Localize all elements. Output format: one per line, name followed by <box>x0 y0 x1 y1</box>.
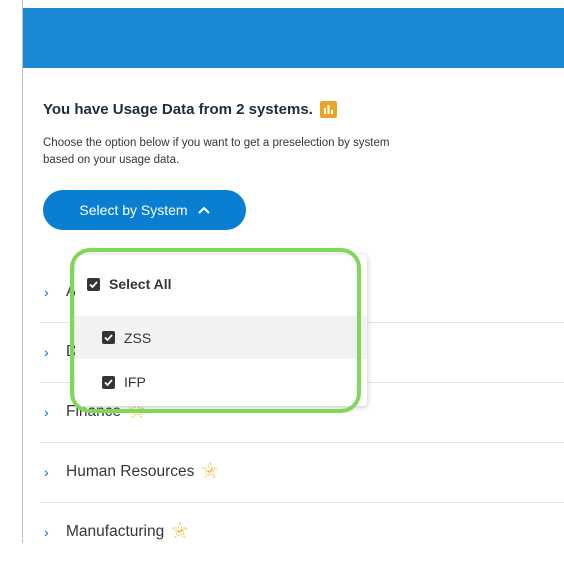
select-all-option[interactable]: Select All <box>75 272 367 296</box>
checkbox-checked-icon[interactable] <box>102 375 115 389</box>
chevron-right-icon: › <box>44 524 49 540</box>
select-by-system-button[interactable]: Select by System <box>43 190 246 230</box>
system-option-zss[interactable]: ZSS <box>75 316 367 359</box>
chevron-right-icon: › <box>44 464 49 480</box>
select-all-label: Select All <box>109 276 172 292</box>
header-bar <box>23 8 564 68</box>
category-label: Human Resources <box>66 463 195 480</box>
category-row-human-resources[interactable]: › Human Resources <box>40 442 564 503</box>
category-row-manufacturing[interactable]: › Manufacturing <box>40 502 564 562</box>
chevron-right-icon: › <box>44 404 49 420</box>
chevron-up-icon <box>197 206 210 214</box>
bar-chart-icon <box>319 101 337 118</box>
usage-title-text: You have Usage Data from 2 systems. <box>43 101 313 118</box>
system-option-ifp[interactable]: IFP <box>75 361 367 403</box>
category-label: Manufacturing <box>66 523 165 540</box>
system-option-label: ZSS <box>124 329 152 346</box>
select-by-system-label: Select by System <box>79 202 188 218</box>
system-dropdown: Select All ZSS IFP <box>75 255 367 406</box>
usage-title: You have Usage Data from 2 systems. <box>43 101 337 118</box>
system-option-label: IFP <box>124 374 146 390</box>
usage-star-icon <box>202 461 219 483</box>
top-strip <box>23 0 564 8</box>
left-panel-edge <box>0 0 23 543</box>
checkbox-checked-icon[interactable] <box>87 277 100 291</box>
checkbox-checked-icon[interactable] <box>102 331 115 344</box>
chevron-right-icon: › <box>44 344 49 360</box>
chevron-right-icon: › <box>44 284 49 300</box>
usage-description: Choose the option below if you want to g… <box>43 137 390 166</box>
usage-star-icon <box>171 521 189 543</box>
